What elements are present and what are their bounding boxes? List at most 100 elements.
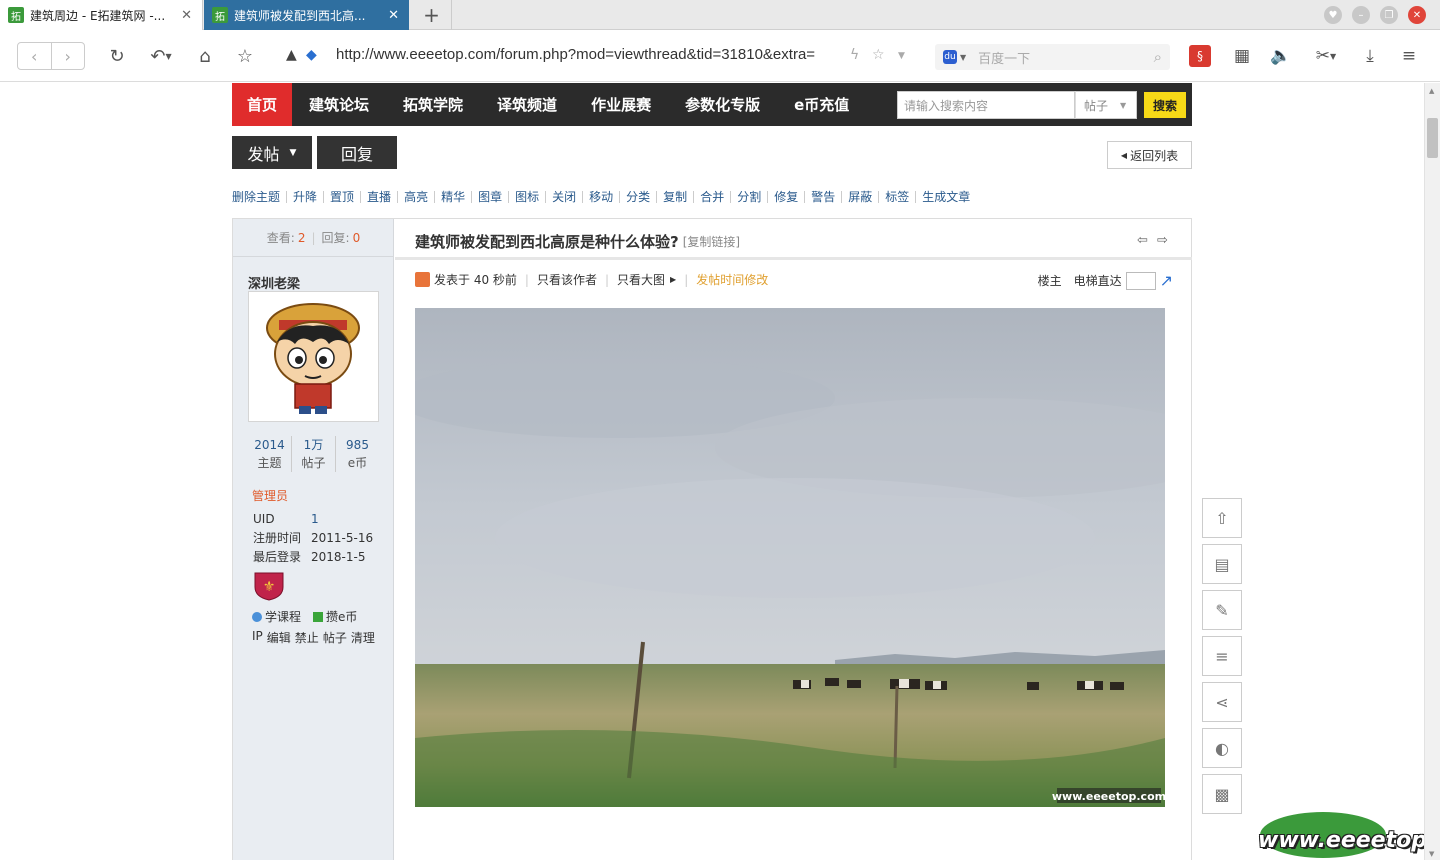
close-window-button[interactable]: ✕ (1408, 6, 1426, 24)
admin-edit-link[interactable]: 编辑 (267, 629, 291, 646)
minimize-button[interactable]: – (1352, 6, 1370, 24)
search-type-select[interactable]: 帖子 ▼ (1075, 91, 1137, 119)
admin-clean-link[interactable]: 清理 (351, 629, 375, 646)
browser-tab-active[interactable]: 拓 建筑师被发配到西北高... ✕ (204, 0, 409, 30)
mod-action[interactable]: 修复 (767, 191, 804, 203)
post-image[interactable]: www.eeeetop.com (415, 308, 1165, 807)
scrollbar-thumb[interactable] (1427, 118, 1438, 158)
back-to-list-button[interactable]: ◀ 返回列表 (1107, 141, 1192, 169)
mod-action[interactable]: 删除主题 (232, 191, 286, 203)
nav-item-parametric[interactable]: 参数化专版 (668, 83, 777, 126)
edit-time-link[interactable]: 发帖时间修改 (696, 271, 768, 288)
only-author-link[interactable]: 只看该作者 (537, 271, 597, 288)
menu-icon[interactable]: ≡ (1397, 44, 1421, 68)
list-icon[interactable]: ≡ (1202, 636, 1242, 676)
secure-icon[interactable]: ◆ (306, 47, 317, 63)
go-icon[interactable]: ↗ (1160, 271, 1173, 290)
stat-posts[interactable]: 1万 帖子 (291, 436, 335, 472)
admin-ip-link[interactable]: IP (252, 629, 263, 646)
alert-icon[interactable]: ▲ (286, 47, 297, 63)
mod-action[interactable]: 精华 (434, 191, 471, 203)
admin-posts-link[interactable]: 帖子 (323, 629, 347, 646)
mod-action[interactable]: 移动 (582, 191, 619, 203)
address-bar[interactable]: http://www.eeeetop.com/forum.php?mod=vie… (336, 46, 815, 63)
search-icon[interactable]: ⌕ (1154, 48, 1162, 66)
new-post-button[interactable]: 发帖 ▼ (232, 136, 312, 169)
mod-action[interactable]: 图章 (471, 191, 508, 203)
scroll-down-icon[interactable]: ▼ (1429, 850, 1434, 858)
next-thread-icon[interactable]: ⇨ (1157, 233, 1168, 248)
post-meta: 发表于 40 秒前 | 只看该作者 | 只看大图 ▶ | 发帖时间修改 (415, 271, 768, 288)
stat-threads[interactable]: 2014 主题 (248, 436, 291, 472)
nav-item-recharge[interactable]: e币充值 (777, 83, 866, 126)
download-icon[interactable]: ⤓ (1358, 44, 1382, 68)
mod-action[interactable]: 复制 (656, 191, 693, 203)
back-to-top-icon[interactable]: ⇧ (1202, 498, 1242, 538)
avatar[interactable] (248, 291, 379, 422)
uid-value[interactable]: 1 (311, 512, 319, 526)
nav-item-forum[interactable]: 建筑论坛 (292, 83, 386, 126)
apps-icon[interactable]: ▦ (1230, 44, 1254, 68)
reload-icon[interactable]: ↻ (104, 43, 130, 69)
admin-ban-link[interactable]: 禁止 (295, 629, 319, 646)
home-icon[interactable]: ⌂ (192, 43, 218, 69)
nav-item-works[interactable]: 作业展赛 (574, 83, 668, 126)
browser-tab[interactable]: 拓 建筑周边 - E拓建筑网 -... ✕ (0, 0, 203, 30)
nav-item-academy[interactable]: 拓筑学院 (386, 83, 480, 126)
close-tab-icon[interactable]: ✕ (388, 8, 399, 23)
lightning-icon[interactable]: ϟ (850, 47, 859, 63)
scroll-up-icon[interactable]: ▲ (1429, 87, 1434, 95)
speaker-icon[interactable]: 🔈 (1269, 44, 1293, 68)
stat-coins[interactable]: 985 e币 (335, 436, 379, 472)
mod-action[interactable]: 合并 (693, 191, 730, 203)
mod-action[interactable]: 高亮 (397, 191, 434, 203)
earn-coins-link[interactable]: 攒e币 (313, 608, 357, 625)
site-search-input[interactable]: 请输入搜索内容 (897, 91, 1075, 119)
new-tab-button[interactable]: + (412, 0, 452, 30)
medal-icon[interactable]: ⚜ (253, 571, 285, 601)
edit-icon[interactable]: ✎ (1202, 590, 1242, 630)
mod-action[interactable]: 升降 (286, 191, 323, 203)
photo-watermark: www.eeeetop.com (1052, 790, 1165, 803)
mod-action[interactable]: 标签 (878, 191, 915, 203)
vertical-scrollbar[interactable]: ▲ ▼ (1424, 83, 1440, 860)
forward-icon[interactable]: › (52, 43, 85, 69)
mod-action[interactable]: 置顶 (323, 191, 360, 203)
undo-icon[interactable]: ↶ ▼ (142, 43, 180, 69)
maximize-button[interactable]: ❐ (1380, 6, 1398, 24)
chevron-down-icon[interactable]: ▼ (898, 51, 905, 61)
chevron-down-icon[interactable]: ▼ (960, 53, 966, 62)
extension-icon[interactable]: § (1189, 45, 1211, 67)
mod-action[interactable]: 直播 (360, 191, 397, 203)
back-icon[interactable]: ‹ (18, 43, 52, 69)
author-name[interactable]: 深圳老梁 (248, 273, 300, 292)
skin-icon[interactable]: ♥ (1324, 6, 1342, 24)
mod-action[interactable]: 警告 (804, 191, 841, 203)
site-search-button[interactable]: 搜索 (1144, 92, 1186, 118)
mod-action[interactable]: 屏蔽 (841, 191, 878, 203)
mod-action[interactable]: 分类 (619, 191, 656, 203)
qr-code-icon[interactable]: ▩ (1202, 774, 1242, 814)
user-group[interactable]: 管理员 (252, 487, 288, 504)
nav-item-translation[interactable]: 译筑频道 (480, 83, 574, 126)
learn-course-link[interactable]: 学课程 (252, 608, 301, 625)
star-icon[interactable]: ☆ (232, 43, 258, 69)
nav-item-home[interactable]: 首页 (232, 83, 293, 126)
mod-action[interactable]: 分割 (730, 191, 767, 203)
close-tab-icon[interactable]: ✕ (181, 8, 192, 23)
reply-button[interactable]: 回复 (317, 136, 397, 169)
mod-action[interactable]: 图标 (508, 191, 545, 203)
prev-thread-icon[interactable]: ⇦ (1137, 233, 1148, 248)
large-image-link[interactable]: 只看大图 (617, 271, 665, 288)
share-icon[interactable]: ⋖ (1202, 682, 1242, 722)
favorite-icon[interactable]: ☆ (872, 47, 885, 63)
wechat-icon[interactable]: ◐ (1202, 728, 1242, 768)
copy-link[interactable]: [复制链接] (683, 233, 740, 250)
mod-action[interactable]: 关闭 (545, 191, 582, 203)
floor-input[interactable] (1125, 271, 1156, 290)
author-stats: 2014 主题 1万 帖子 985 e币 (248, 436, 379, 472)
browser-search-box[interactable]: du ▼ 百度一下 ⌕ (935, 44, 1170, 70)
scissors-icon[interactable]: ✂ ▼ (1308, 44, 1344, 68)
mod-action[interactable]: 生成文章 (915, 191, 976, 203)
document-icon[interactable]: ▤ (1202, 544, 1242, 584)
